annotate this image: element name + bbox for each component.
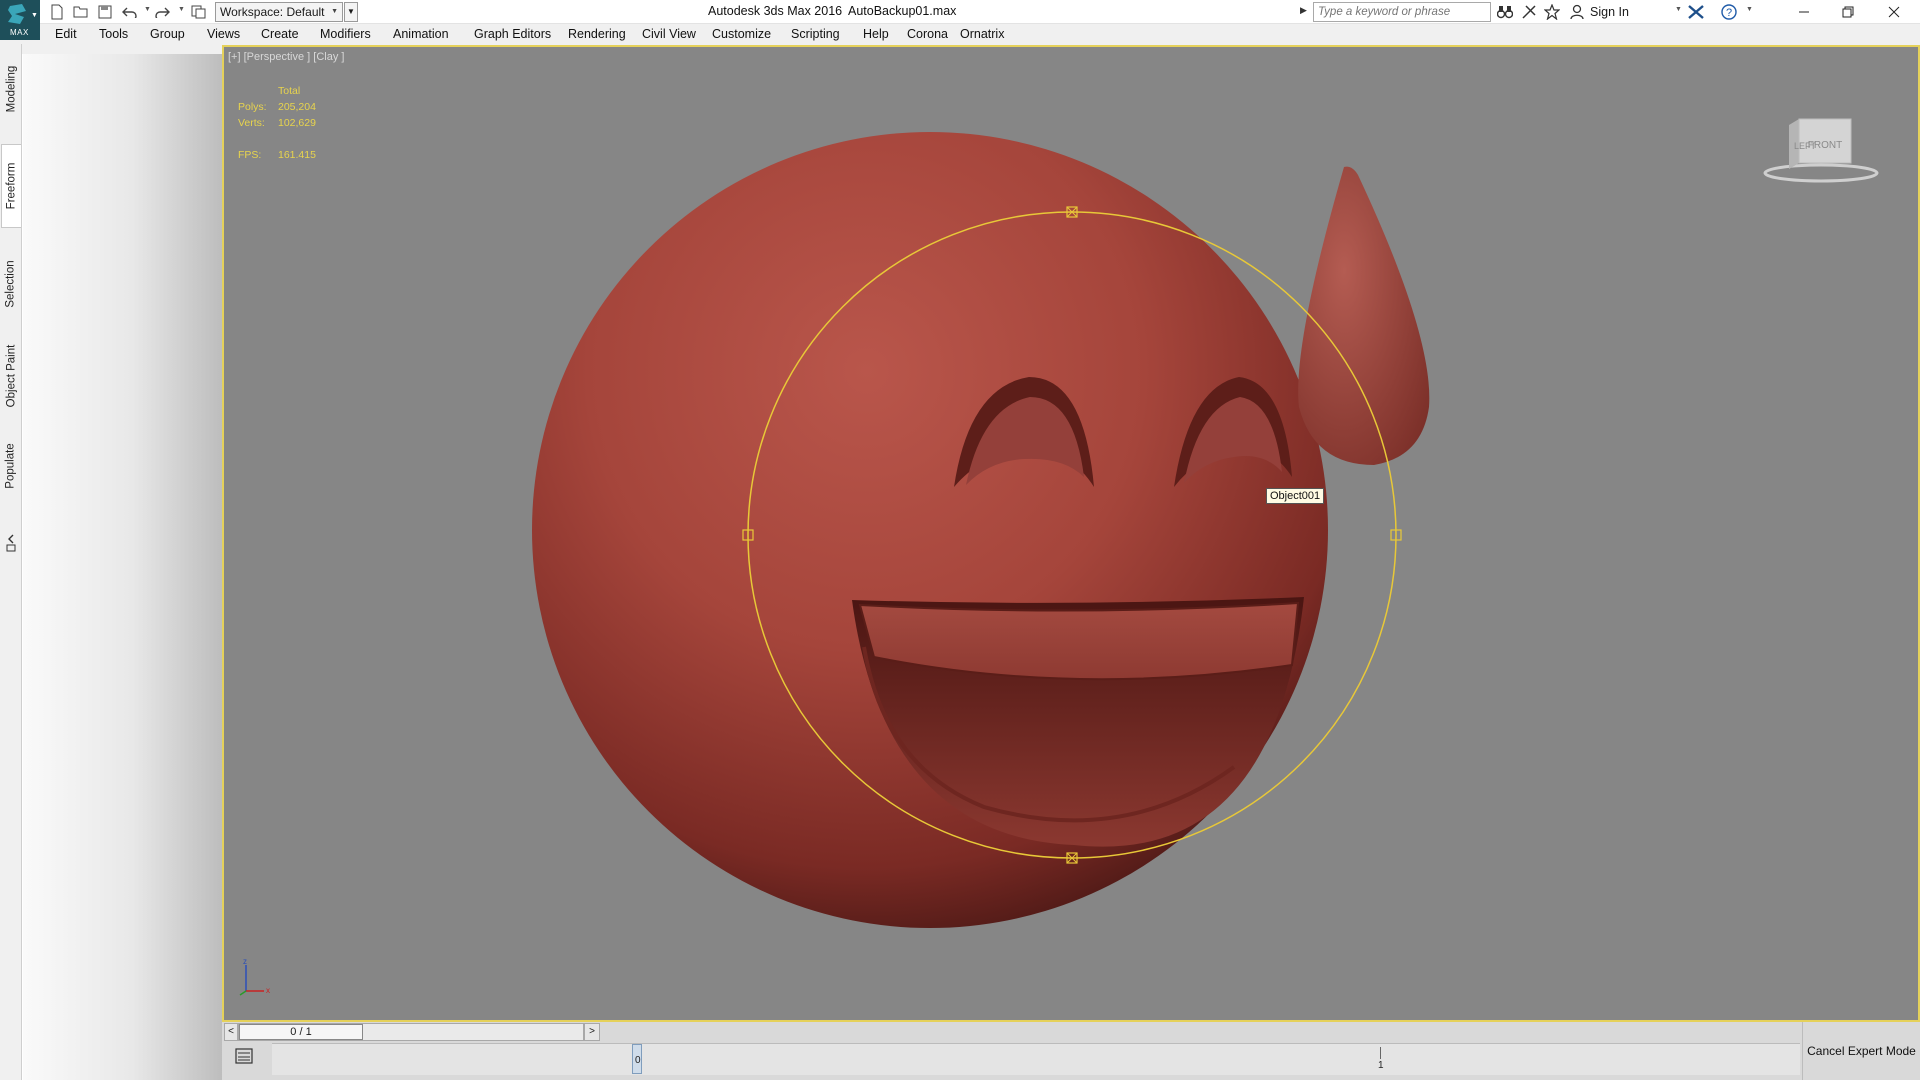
menu-corona[interactable]: Corona [907,27,948,41]
time-prev-button[interactable]: < [224,1023,238,1041]
verts-value: 102,629 [278,117,316,129]
window-title: Autodesk 3ds Max 2016 [708,4,843,18]
cancel-expert-mode-button[interactable]: Cancel Expert Mode [1802,1022,1920,1080]
minimize-button[interactable] [1782,0,1826,24]
communication-center-icon[interactable] [1520,3,1538,21]
viewcube-front-label: FRONT [1808,140,1842,151]
ribbon-toggle-button[interactable] [1,530,21,556]
menu-help[interactable]: Help [863,27,889,41]
frame-end-label: 1 [1378,1060,1384,1071]
fps-label: FPS: [238,149,262,161]
menu-tools[interactable]: Tools [99,27,128,41]
axis-z-label: z [243,957,247,966]
viewport-statistics: Total Polys: 205,204 Verts: 102,629 FPS: 16… [238,83,358,163]
track-bar[interactable] [272,1043,1800,1075]
minimize-icon [1799,11,1809,13]
curve-editor-mini-icon[interactable] [234,1046,254,1066]
menu-graph-editors[interactable]: Graph Editors [474,27,551,41]
fps-value: 161.415 [278,149,316,161]
app-logo-text: MAX [10,28,29,37]
command-panel[interactable] [22,54,222,1080]
close-button[interactable] [1872,0,1916,24]
tab-modeling[interactable]: Modeling [1,54,21,124]
menu-group[interactable]: Group [150,27,185,41]
close-icon [1888,6,1900,18]
redo-dropdown-icon[interactable]: ▼ [178,6,185,13]
user-icon[interactable] [1568,3,1586,21]
viewcube[interactable]: LEFT FRONT [1761,115,1881,185]
sign-in-button[interactable]: Sign In [1590,5,1629,19]
menu-customize[interactable]: Customize [712,27,771,41]
perspective-viewport[interactable]: [+] [Perspective ] [Clay ] Total Polys: 2… [222,45,1920,1022]
favorites-star-icon[interactable] [1543,3,1561,21]
application-button[interactable]: MAX ▼ [0,0,40,40]
svg-text:?: ? [1726,7,1732,19]
undo-dropdown-icon[interactable]: ▼ [144,6,151,13]
axis-tripod: z x [239,957,270,996]
undo-icon[interactable] [120,3,138,21]
time-next-button[interactable]: > [584,1023,600,1041]
search-input[interactable] [1313,2,1491,22]
max-logo-icon [8,4,26,24]
project-folder-icon[interactable] [190,3,208,21]
workspace-dropdown[interactable]: Workspace: Default ▼ [215,2,343,22]
menu-create[interactable]: Create [261,27,299,41]
help-dropdown-icon[interactable]: ▼ [1746,6,1753,13]
menu-views[interactable]: Views [207,27,240,41]
verts-label: Verts: [238,117,265,129]
menu-rendering[interactable]: Rendering [568,27,626,41]
workspace-label: Workspace: Default [220,5,325,19]
chevron-down-icon: ▼ [331,8,338,15]
menu-bar: Edit Tools Group Views Create Modifiers … [40,24,1920,44]
frame-start-label: 0 [635,1055,641,1066]
restore-button[interactable] [1826,0,1870,24]
menu-civil-view[interactable]: Civil View [642,27,696,41]
restore-icon [1842,6,1854,18]
ribbon-vertical-tabs: Modeling Freeform Selection Object Paint… [0,44,22,1080]
polys-label: Polys: [238,101,267,113]
polys-value: 205,204 [278,101,316,113]
menu-edit[interactable]: Edit [55,27,77,41]
time-slider[interactable]: 0 / 1 [238,1023,584,1041]
time-slider-thumb[interactable]: 0 / 1 [239,1024,363,1040]
save-icon[interactable] [96,3,114,21]
chevron-down-icon: ▼ [31,12,38,19]
title-bar: MAX ▼ ▼ ▼ Workspace: Default ▼ ▼ Autodes… [0,0,1920,40]
binoculars-icon[interactable] [1496,3,1514,21]
redo-icon[interactable] [154,3,172,21]
menu-modifiers[interactable]: Modifiers [320,27,371,41]
tab-freeform[interactable]: Freeform [1,144,21,228]
time-slider-area: < 0 / 1 > 0 1 [222,1022,1802,1080]
help-icon[interactable]: ? [1720,3,1738,21]
menu-scripting[interactable]: Scripting [791,27,840,41]
tab-selection[interactable]: Selection [1,244,21,324]
sign-in-dropdown-icon[interactable]: ▼ [1675,6,1682,13]
menu-ornatrix[interactable]: Ornatrix [960,27,1004,41]
emoji-head-model[interactable] [532,132,1328,928]
axis-x-label: x [266,986,270,995]
quick-access-customize-button[interactable]: ▼ [344,2,358,22]
open-file-icon[interactable] [72,3,90,21]
stats-header: Total [278,85,301,97]
ribbon-expand-icon [6,534,16,552]
scene-render[interactable] [224,47,1918,1020]
object-tooltip: Object001 [1266,488,1325,504]
search-expand-icon[interactable]: ▶ [1300,5,1307,16]
tab-populate[interactable]: Populate [1,428,21,504]
window-filename: AutoBackup01.max [848,4,957,18]
autodesk-exchange-icon[interactable] [1687,3,1705,21]
frame-tick [1380,1047,1381,1059]
tab-object-paint[interactable]: Object Paint [1,334,21,418]
viewport-label-menu[interactable]: [+] [Perspective ] [Clay ] [228,51,344,63]
menu-animation[interactable]: Animation [393,27,449,41]
new-file-icon[interactable] [48,3,66,21]
sweat-drop-model[interactable] [1298,166,1430,465]
